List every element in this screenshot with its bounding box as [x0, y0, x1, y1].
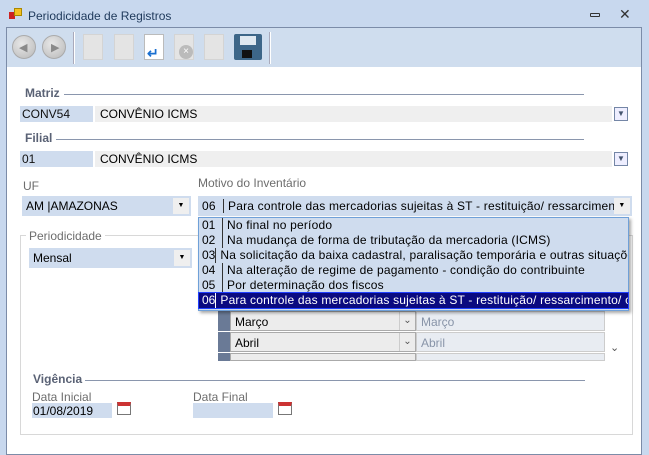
periodicidade-combo[interactable]: Mensal ▼	[29, 248, 192, 268]
grid-scrollbar[interactable]: ⌄	[605, 311, 625, 361]
divider	[64, 94, 584, 95]
motivo-option[interactable]: 03 Na solicitação da baixa cadastral, par…	[199, 248, 628, 263]
divider	[85, 380, 585, 381]
matriz-code-field[interactable]: CONV54	[20, 106, 93, 122]
minimize-button[interactable]	[590, 13, 600, 17]
motivo-option[interactable]: 05 Por determinação dos fiscos	[199, 278, 628, 293]
option-text: No final no período	[227, 218, 333, 232]
chevron-down-icon[interactable]: ▼	[614, 198, 630, 214]
motivo-code: 06	[202, 199, 224, 213]
filial-dropdown-button[interactable]: ▼	[614, 152, 628, 166]
toolbar: ◀ ▶ ↵ ×	[7, 28, 641, 67]
chevron-down-icon[interactable]: ▼	[174, 250, 190, 266]
window-title: Periodicidade de Registros	[28, 9, 172, 23]
undo-icon[interactable]: ↵	[144, 34, 164, 61]
matriz-label: Matriz	[25, 86, 60, 100]
new-icon[interactable]	[83, 34, 103, 60]
chevron-down-icon[interactable]: ⌄	[399, 333, 415, 351]
option-text: Na alteração de regime de pagamento - co…	[227, 263, 585, 277]
grid-row[interactable]: Abril ⌄ Abril	[218, 332, 624, 352]
option-text: Na solicitação da baixa cadastral, paral…	[220, 248, 628, 262]
option-code: 02	[199, 233, 223, 248]
redo-icon[interactable]	[204, 34, 224, 60]
app-form-icon	[9, 8, 23, 20]
option-code: 04	[199, 263, 223, 278]
motivo-option[interactable]: 04 Na alteração de regime de pagamento - …	[199, 263, 628, 278]
back-icon[interactable]: ◀	[12, 35, 36, 59]
close-button[interactable]: ✕	[619, 6, 631, 23]
edit-icon[interactable]	[114, 34, 134, 60]
data-final-input[interactable]	[193, 403, 273, 418]
vigencia-label: Vigência	[33, 372, 83, 386]
motivo-value: Para controle das mercadorias sujeitas à…	[228, 199, 632, 213]
option-text: Por determinação dos fiscos	[227, 278, 384, 292]
grid-row[interactable]	[218, 353, 624, 361]
grid-cell: Abril	[235, 336, 260, 350]
grid-row[interactable]: Março ⌄ Março	[218, 311, 624, 331]
chevron-down-icon[interactable]: ⌄	[399, 312, 415, 330]
calendar-icon[interactable]	[278, 402, 292, 415]
matriz-dropdown-button[interactable]: ▼	[614, 107, 628, 121]
option-code: 01	[199, 218, 223, 233]
forward-icon[interactable]: ▶	[42, 35, 66, 59]
uf-combo[interactable]: AM |AMAZONAS ▼	[22, 196, 191, 216]
option-code: 06	[199, 293, 217, 308]
grid-cell: Abril	[416, 332, 605, 352]
motivo-label: Motivo do Inventário	[198, 176, 307, 190]
delete-icon[interactable]: ×	[174, 34, 194, 60]
chevron-down-icon[interactable]: ▼	[173, 198, 189, 214]
motivo-combo[interactable]: 06 Para controle das mercadorias sujeitas…	[198, 196, 632, 216]
data-final-label: Data Final	[193, 390, 248, 404]
save-icon[interactable]	[234, 34, 262, 60]
motivo-dropdown-list: 01 No final no período 02 Na mudança de for…	[198, 217, 629, 311]
periodicidade-label: Periodicidade	[26, 229, 105, 243]
calendar-icon[interactable]	[117, 402, 131, 415]
data-inicial-label: Data Inicial	[32, 390, 92, 404]
periodicidade-value: Mensal	[33, 251, 72, 265]
filial-label: Filial	[25, 131, 53, 145]
filial-code-field[interactable]: 01	[20, 151, 93, 167]
divider	[56, 139, 584, 140]
motivo-option[interactable]: 01 No final no período	[199, 218, 628, 233]
motivo-option[interactable]: 02 Na mudança de forma de tributação da m…	[199, 233, 628, 248]
data-inicial-input[interactable]: 01/08/2019	[32, 403, 112, 418]
matriz-desc-field[interactable]: CONVÊNIO ICMS	[95, 106, 612, 122]
uf-label: UF	[23, 179, 39, 193]
option-code: 03	[199, 248, 217, 263]
option-text: Para controle das mercadorias sujeitas à…	[220, 293, 628, 307]
motivo-option[interactable]: 06 Para controle das mercadorias sujeitas…	[198, 292, 629, 309]
uf-value: AM |AMAZONAS	[26, 199, 118, 213]
filial-desc-field[interactable]: CONVÊNIO ICMS	[95, 151, 612, 167]
option-text: Na mudança de forma de tributação da mer…	[227, 233, 551, 247]
option-code: 05	[199, 278, 223, 293]
grid-cell: Março	[416, 311, 605, 331]
grid-cell: Março	[235, 315, 269, 329]
